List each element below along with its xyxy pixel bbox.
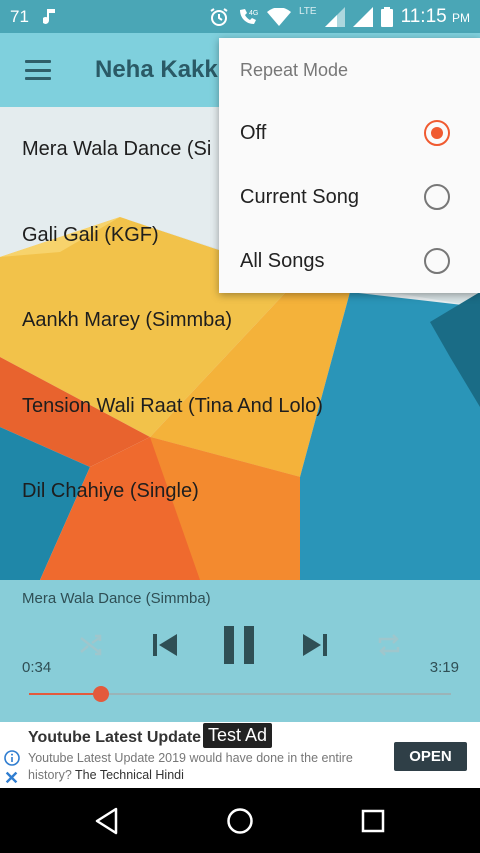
menu-title: Repeat Mode	[240, 60, 349, 80]
seek-bar-progress	[29, 693, 101, 695]
repeat-button[interactable]	[375, 632, 403, 658]
navigation-bar	[0, 788, 480, 853]
option-label: Current Song	[240, 185, 359, 208]
ad-advertiser: The Technical Hindi	[75, 768, 184, 782]
radio-button[interactable]	[424, 248, 450, 274]
signal-icon	[352, 6, 373, 27]
player-controls: Mera Wala Dance (Simmba) 0:34 3:19	[0, 580, 480, 722]
song-list-item[interactable]: Tension Wali Raat (Tina And Lolo)	[0, 364, 480, 450]
wifi-icon	[266, 7, 291, 26]
ad-title: Youtube Latest Update 2	[28, 729, 215, 746]
svg-text:4G: 4G	[249, 10, 258, 17]
repeat-option-off[interactable]: Off	[219, 101, 480, 165]
music-note-icon	[42, 7, 57, 27]
ad-test-badge: Test Ad	[203, 723, 273, 748]
skip-next-icon	[303, 634, 327, 656]
ad-open-button[interactable]: OPEN	[394, 742, 467, 771]
repeat-option-current-song[interactable]: Current Song	[219, 165, 480, 229]
pause-button[interactable]	[220, 625, 258, 665]
pause-icon	[224, 626, 254, 664]
next-button[interactable]	[300, 630, 330, 660]
recents-button[interactable]	[358, 806, 388, 836]
repeat-mode-menu: Repeat Mode Off Current Song All Songs	[219, 38, 480, 293]
previous-button[interactable]	[150, 630, 180, 660]
radio-button[interactable]	[424, 120, 450, 146]
wifi-call-icon: 4G	[237, 7, 259, 27]
home-button[interactable]	[225, 806, 255, 836]
recents-square-icon	[361, 809, 385, 833]
seek-bar[interactable]	[29, 686, 451, 702]
shuffle-button[interactable]	[78, 632, 104, 658]
alarm-icon	[209, 7, 229, 27]
battery-icon	[380, 6, 393, 27]
now-playing-title: Mera Wala Dance (Simmba)	[22, 590, 211, 607]
skip-previous-icon	[153, 634, 177, 656]
signal-icon	[324, 6, 345, 27]
current-time: 0:34	[22, 659, 52, 676]
home-circle-icon	[227, 808, 253, 834]
option-label: Off	[240, 121, 267, 144]
back-triangle-icon	[95, 807, 118, 835]
radio-button[interactable]	[424, 184, 450, 210]
hamburger-menu-icon[interactable]	[25, 60, 51, 80]
network-label: LTE	[298, 6, 317, 17]
seek-bar-thumb[interactable]	[92, 686, 109, 702]
option-label: All Songs	[240, 249, 325, 272]
back-button[interactable]	[92, 806, 122, 836]
notification-count: 71	[10, 6, 29, 26]
ad-banner[interactable]: ✕ Youtube Latest Update 2 Test Ad Youtub…	[0, 722, 480, 788]
status-bar: 71 4G LTE 11:15 PM	[0, 0, 480, 33]
total-time: 3:19	[429, 659, 459, 676]
clock: 11:15 PM	[400, 5, 470, 27]
page-title: Neha Kakk	[95, 56, 218, 83]
close-icon[interactable]: ✕	[4, 768, 19, 789]
repeat-option-all-songs[interactable]: All Songs	[219, 229, 480, 293]
song-list-item[interactable]: Dil Chahiye (Single)	[0, 449, 480, 535]
repeat-icon	[378, 634, 400, 656]
shuffle-icon	[80, 634, 102, 656]
ad-description: Youtube Latest Update 2019 would have do…	[28, 751, 353, 782]
